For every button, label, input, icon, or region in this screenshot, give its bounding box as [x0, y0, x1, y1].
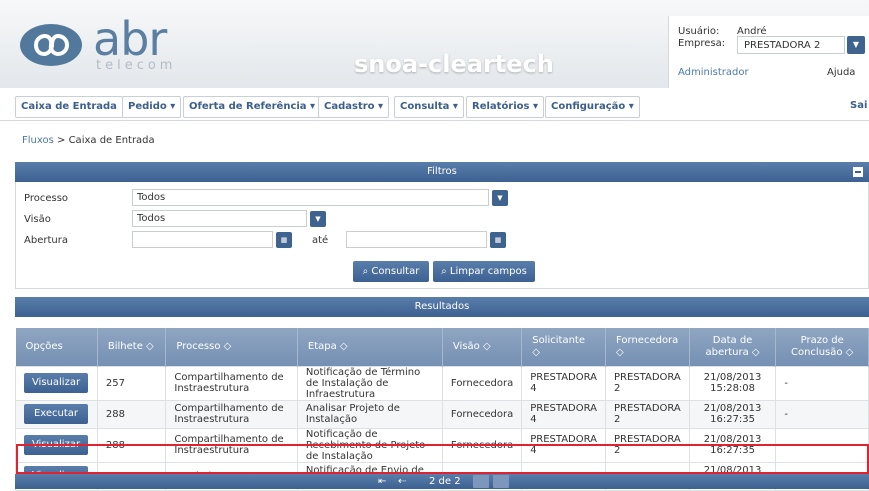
- cell-etapa: Analisar Projeto de Instalação: [296, 399, 443, 429]
- abertura-label: Abertura: [24, 235, 68, 246]
- app-title: snoa-cleartech: [354, 50, 554, 78]
- breadcrumb-current: Caixa de Entrada: [68, 135, 155, 146]
- cell-solicitante: PRESTADORA 4: [521, 427, 606, 463]
- results-title: Resultados: [414, 301, 470, 312]
- table-row: Visualizar 288 Compartilhamento de Instr…: [15, 427, 869, 463]
- consultar-button[interactable]: ⌕ Consultar: [353, 261, 429, 282]
- col-etapa[interactable]: Etapa ◇: [297, 328, 443, 366]
- breadcrumb: Fluxos > Caixa de Entrada: [22, 135, 155, 146]
- results-header: Resultados: [15, 297, 869, 317]
- cell-bilhete: 288: [96, 427, 167, 463]
- app-header: abr telecom snoa-cleartech Usuário: Andr…: [0, 0, 869, 88]
- help-link[interactable]: Ajuda: [827, 67, 855, 78]
- cell-data: 21/08/2013 16:27:35: [688, 399, 777, 429]
- role-link[interactable]: Administrador: [678, 67, 749, 78]
- nav-caixa-de-entrada[interactable]: Caixa de Entrada: [15, 96, 123, 118]
- cell-solicitante: PRESTADORA 4: [521, 365, 606, 401]
- cell-data: 21/08/2013 16:27:35: [688, 427, 777, 463]
- abertura-start-input[interactable]: [132, 231, 273, 248]
- logo-subtext: telecom: [96, 58, 177, 73]
- first-page-icon[interactable]: ⇤: [378, 476, 386, 487]
- cell-bilhete: 257: [96, 365, 167, 401]
- prev-page-icon[interactable]: ⇠: [398, 476, 406, 487]
- exit-link[interactable]: Sai: [850, 100, 867, 111]
- visao-select[interactable]: Todos: [132, 210, 307, 227]
- cell-processo: Compartilhamento de Instraestrutura: [165, 365, 298, 401]
- logo-text: abr: [93, 12, 167, 66]
- nav-consulta[interactable]: Consulta ▾: [394, 96, 464, 118]
- processo-dropdown-icon[interactable]: ▼: [492, 190, 508, 206]
- cell-etapa: Notificação de Recebimento de Projeto de…: [296, 427, 443, 463]
- abertura-end-input[interactable]: [346, 231, 487, 248]
- col-data-abertura[interactable]: Data de abertura ◇: [689, 328, 777, 366]
- cell-fornecedora: PRESTADORA 2: [605, 427, 690, 463]
- col-fornecedora[interactable]: Fornecedora ◇: [605, 328, 690, 366]
- cell-prazo: -: [775, 365, 869, 401]
- results-table: Opções Bilhete ◇ Processo ◇ Etapa ◇ Visã…: [15, 328, 869, 491]
- calendar-icon[interactable]: ▦: [276, 232, 292, 248]
- main-nav: Caixa de Entrada Pedido ▾ Oferta de Refe…: [0, 91, 869, 121]
- cell-solicitante: PRESTADORA 4: [521, 399, 606, 429]
- nav-relatorios[interactable]: Relatórios ▾: [466, 96, 544, 118]
- breadcrumb-fluxos[interactable]: Fluxos: [22, 135, 54, 146]
- company-dropdown-button[interactable]: ▼: [847, 36, 865, 54]
- col-solicitante[interactable]: Solicitante ◇: [521, 328, 606, 366]
- table-header-row: Opções Bilhete ◇ Processo ◇ Etapa ◇ Visã…: [15, 328, 869, 366]
- cell-data: 21/08/2013 15:28:08: [688, 365, 777, 401]
- breadcrumb-separator: >: [57, 135, 66, 146]
- calendar-icon[interactable]: ▦: [490, 232, 506, 248]
- user-label: Usuário:: [678, 26, 720, 37]
- cell-processo: Compartilhamento de Instraestrutura: [165, 399, 298, 429]
- table-row: Visualizar 257 Compartilhamento de Instr…: [15, 365, 869, 401]
- cell-visao: Fornecedora: [441, 399, 523, 429]
- cell-etapa: Notificação de Término de Instalação de …: [296, 365, 443, 401]
- ate-label: até: [312, 235, 329, 246]
- processo-select[interactable]: Todos: [132, 189, 489, 206]
- page-indicator: 2 de 2: [429, 476, 461, 487]
- cell-processo: Compartilhamento de Instraestrutura: [165, 427, 298, 463]
- processo-label: Processo: [24, 193, 69, 204]
- table-row: Executar 288 Compartilhamento de Instrae…: [15, 399, 869, 429]
- cell-bilhete: 288: [96, 399, 167, 429]
- nav-configuracao[interactable]: Configuração ▾: [545, 96, 640, 118]
- pagination-bar: ⇤ ⇠ 2 de 2: [15, 474, 869, 489]
- nav-cadastro[interactable]: Cadastro ▾: [318, 96, 390, 118]
- col-visao[interactable]: Visão ◇: [442, 328, 523, 366]
- company-select[interactable]: PRESTADORA 2: [737, 36, 845, 54]
- company-label: Empresa:: [678, 38, 726, 49]
- collapse-icon[interactable]: [853, 167, 863, 177]
- cell-visao: Fornecedora: [441, 365, 523, 401]
- filters-title: Filtros: [427, 166, 457, 177]
- nav-oferta-de-referencia[interactable]: Oferta de Referência ▾: [183, 96, 322, 118]
- col-prazo-conclusao[interactable]: Prazo de Conclusão ◇: [775, 328, 869, 366]
- nav-pedido[interactable]: Pedido ▾: [122, 96, 182, 118]
- filters-header: Filtros: [15, 162, 869, 182]
- executar-button[interactable]: Executar: [24, 404, 88, 424]
- abr-logo-icon: [20, 24, 82, 66]
- col-opcoes: Opções: [15, 328, 98, 366]
- visao-label: Visão: [24, 214, 51, 225]
- visualizar-button[interactable]: Visualizar: [24, 435, 88, 455]
- last-page-icon[interactable]: [493, 475, 509, 488]
- next-page-icon[interactable]: [473, 475, 489, 488]
- visao-dropdown-icon[interactable]: ▼: [310, 211, 326, 227]
- cell-prazo: -: [775, 427, 869, 463]
- visualizar-button[interactable]: Visualizar: [24, 373, 88, 393]
- col-bilhete[interactable]: Bilhete ◇: [97, 328, 167, 366]
- col-processo[interactable]: Processo ◇: [165, 328, 298, 366]
- cell-prazo: -: [775, 399, 869, 429]
- cell-fornecedora: PRESTADORA 2: [605, 399, 690, 429]
- cell-visao: Fornecedora: [441, 427, 523, 463]
- limpar-campos-button[interactable]: ⌕ Limpar campos: [433, 261, 535, 282]
- cell-fornecedora: PRESTADORA 2: [605, 365, 690, 401]
